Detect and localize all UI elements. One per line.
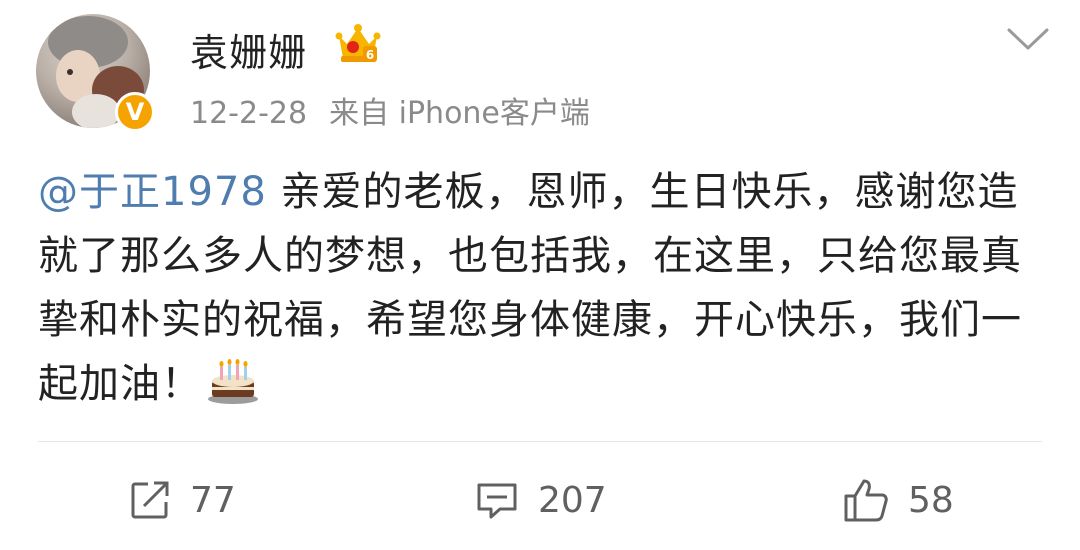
post-content: @于正1978 亲爱的老板，恩师，生日快乐，感谢您造就了那么多人的梦想，也包括我… — [38, 160, 1048, 416]
thumbs-up-icon — [844, 479, 888, 522]
comment-icon — [477, 483, 517, 519]
verified-badge-text: V — [125, 98, 145, 126]
cake-icon — [208, 359, 258, 404]
repost-icon — [131, 481, 169, 519]
like-button[interactable]: 58 — [842, 472, 954, 528]
comment-count: 207 — [538, 479, 607, 521]
repost-button[interactable]: 77 — [128, 472, 236, 528]
verified-badge: V — [115, 92, 155, 132]
post-source[interactable]: 来自 iPhone客户端 — [329, 96, 590, 131]
chevron-down-icon[interactable] — [1005, 24, 1051, 54]
comment-button[interactable]: 207 — [474, 472, 607, 528]
vip-crown-icon[interactable]: 6 — [335, 20, 381, 66]
weibo-post: V 袁姗姗 6 12-2-28 来自 iPhone客户端 @于正1978 亲爱的老… — [0, 0, 1080, 550]
author-name[interactable]: 袁姗姗 — [190, 22, 307, 77]
like-count: 58 — [908, 479, 954, 521]
repost-count: 77 — [190, 479, 236, 521]
divider — [38, 441, 1042, 442]
post-date: 12-2-28 — [190, 96, 308, 131]
post-meta: 12-2-28 来自 iPhone客户端 — [190, 88, 590, 132]
mention-link[interactable]: @于正1978 — [38, 169, 267, 215]
vip-level: 6 — [366, 48, 374, 62]
